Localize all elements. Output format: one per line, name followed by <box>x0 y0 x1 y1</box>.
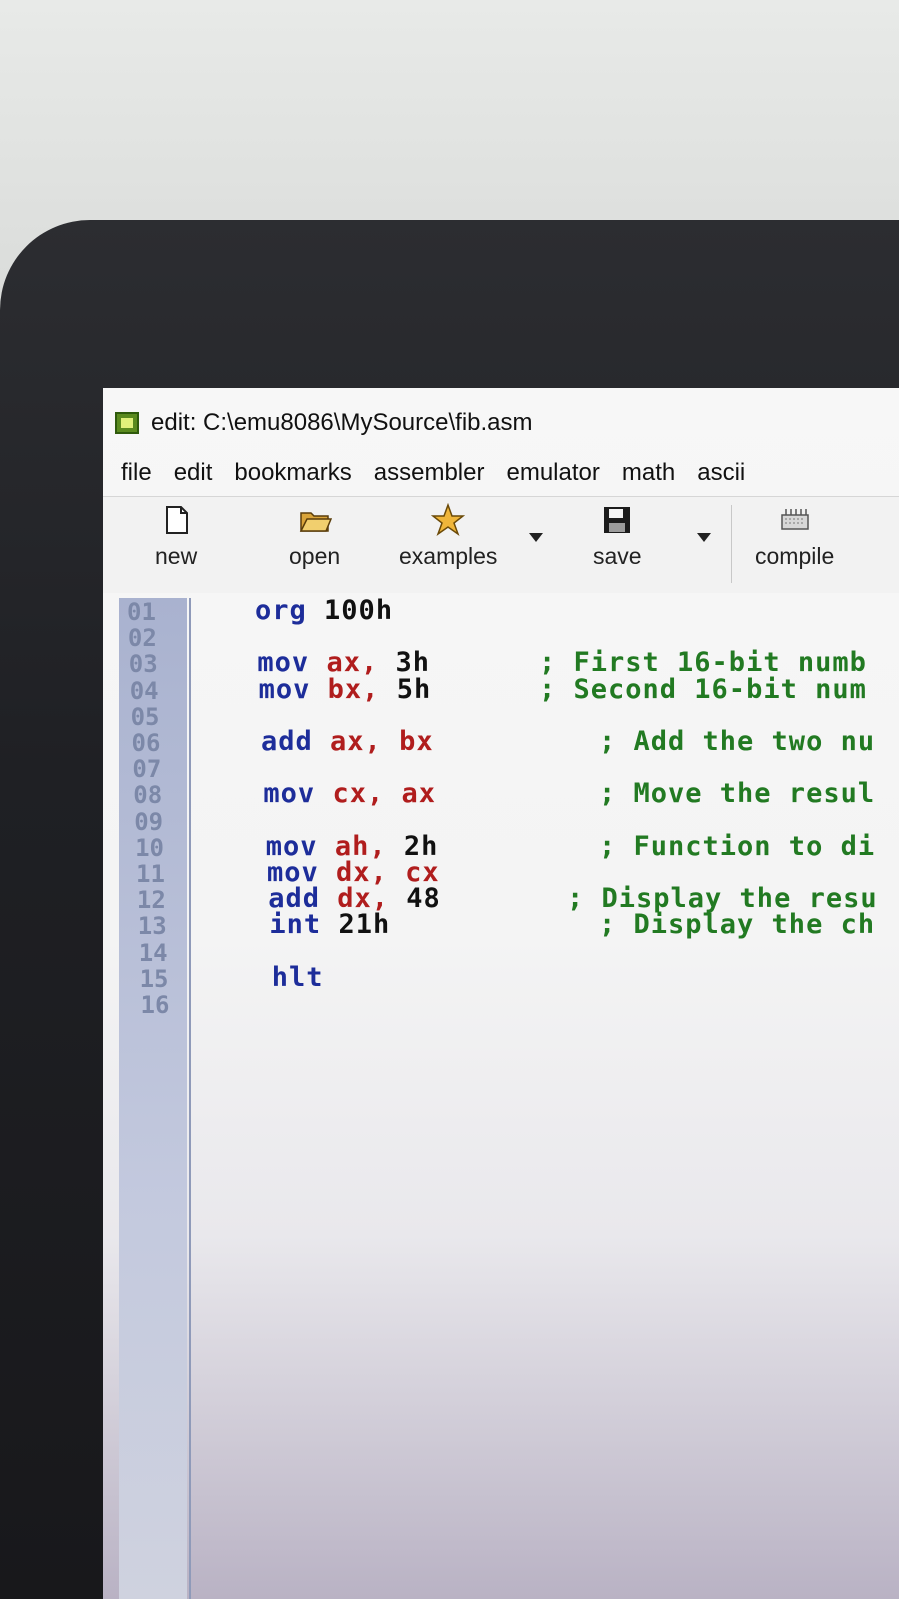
line-number: 13 <box>137 912 167 941</box>
code-line: org 100h <box>255 595 393 626</box>
new-file-icon <box>166 506 189 534</box>
menu-emulator[interactable]: emulator <box>506 459 599 487</box>
new-label: new <box>155 543 198 569</box>
open-button[interactable]: open <box>289 503 340 570</box>
code-line: mov bx, 5h <box>259 674 432 705</box>
code-comment: ; Add the two nu <box>599 726 876 757</box>
gutter-border <box>189 598 191 1599</box>
open-label: open <box>289 543 341 569</box>
emu8086-editor-window: edit: C:\emu8086\MySource\fib.asm file e… <box>103 388 899 1599</box>
examples-dropdown-arrow-icon[interactable] <box>529 533 543 542</box>
instruction-mnemonic: hlt <box>271 961 324 993</box>
save-label: save <box>593 543 642 569</box>
immediate-operand: 100h <box>324 595 394 626</box>
line-number: 03 <box>128 650 158 679</box>
menu-file[interactable]: file <box>121 459 152 487</box>
register-operand: bx <box>399 726 434 757</box>
immediate-operand: 5h <box>396 673 432 705</box>
line-number: 14 <box>138 938 168 967</box>
code-line: add ax, bx <box>261 726 434 757</box>
line-number: 04 <box>129 676 159 705</box>
instruction-mnemonic: add <box>261 726 313 757</box>
register-operand: cx, <box>332 778 385 810</box>
register-operand: bx, <box>327 673 380 705</box>
code-line: mov cx, ax <box>263 778 436 809</box>
menu-assembler[interactable]: assembler <box>374 459 485 487</box>
menu-edit[interactable]: edit <box>174 459 213 487</box>
save-button[interactable]: save <box>593 503 642 570</box>
code-comment: ; Second 16-bit num <box>539 673 867 705</box>
line-number: 01 <box>127 598 156 626</box>
line-number: 02 <box>127 624 157 653</box>
save-dropdown-arrow-icon[interactable] <box>697 533 711 542</box>
code-comment: ; Function to di <box>599 830 876 862</box>
floppy-disk-icon <box>604 507 631 533</box>
line-number: 10 <box>135 833 164 862</box>
line-number: 12 <box>136 886 166 915</box>
open-folder-icon <box>299 512 332 532</box>
line-number: 16 <box>140 991 170 1019</box>
toolbar: new open examples save compile <box>103 496 899 593</box>
code-comment: ; Move the resul <box>599 778 876 810</box>
compile-button[interactable]: compile <box>755 503 834 570</box>
chip-icon <box>115 412 139 434</box>
code-comment: ; Display the ch <box>599 909 876 941</box>
menu-ascii[interactable]: ascii <box>697 459 745 487</box>
line-number: 08 <box>133 781 163 810</box>
code-line: hlt <box>272 962 324 993</box>
line-number: 09 <box>134 807 164 836</box>
code-editor[interactable]: 01 org 100h 02 03 mov ax, 3h; First 16-bit n… <box>119 595 899 1599</box>
compile-chip-icon <box>780 509 809 530</box>
register-operand: ax <box>401 778 436 810</box>
instruction-mnemonic: org <box>255 595 307 626</box>
instruction-mnemonic: int <box>269 909 322 941</box>
line-number: 05 <box>130 702 160 731</box>
line-number: 07 <box>132 755 162 784</box>
new-button[interactable]: new <box>155 503 197 570</box>
instruction-mnemonic: mov <box>263 778 316 810</box>
instruction-mnemonic: mov <box>258 673 311 705</box>
menu-bar: file edit bookmarks assembler emulator m… <box>103 452 899 494</box>
line-number: 15 <box>139 964 169 993</box>
examples-label: examples <box>399 543 498 569</box>
compile-label: compile <box>755 543 835 569</box>
menu-math[interactable]: math <box>622 459 675 487</box>
title-bar: edit: C:\emu8086\MySource\fib.asm <box>103 400 899 446</box>
examples-button[interactable]: examples <box>399 503 497 570</box>
code-line: int 21h <box>269 909 390 940</box>
immediate-operand: 48 <box>406 883 441 915</box>
line-number: 06 <box>131 729 161 757</box>
register-operand: ax, <box>330 726 382 757</box>
toolbar-separator <box>731 505 732 583</box>
line-number: 11 <box>136 860 165 888</box>
menu-bookmarks[interactable]: bookmarks <box>234 459 351 487</box>
star-icon <box>431 503 466 536</box>
window-title: edit: C:\emu8086\MySource\fib.asm <box>151 409 533 436</box>
immediate-operand: 21h <box>338 909 391 941</box>
